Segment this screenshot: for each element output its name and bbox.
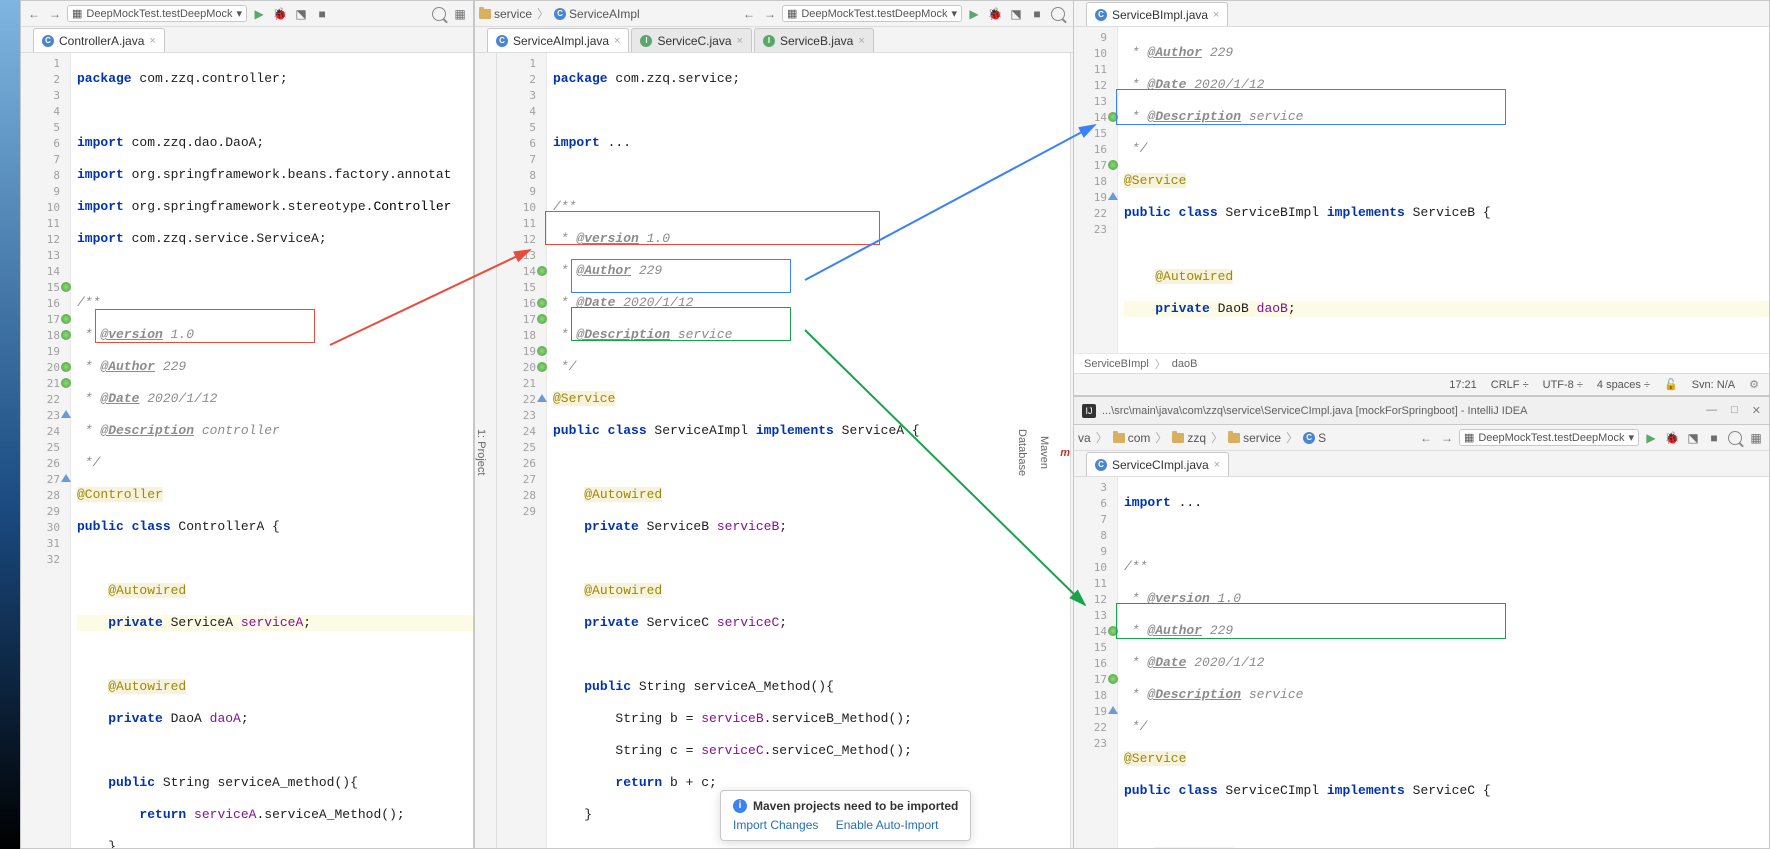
close-icon[interactable]: × [858,35,864,47]
line-sep[interactable]: CRLF ÷ [1491,379,1529,391]
gutter: 1234567891011121314151617181920212223242… [21,53,71,848]
stop-icon[interactable]: ■ [1705,429,1723,447]
breadcrumbs[interactable]: ServiceBImpl〉daoB [1074,353,1769,373]
close-icon[interactable]: × [737,35,743,47]
toolbar: ← → ▦ DeepMockTest.testDeepMock ▾ ▶ 🐞 ⬔ … [21,1,473,27]
close-icon[interactable]: × [1213,9,1219,21]
maven-import-popup: i Maven projects need to be imported Impo… [720,790,971,841]
stop-icon[interactable]: ■ [313,5,331,23]
editor[interactable]: 1: Project 12345678910111213141516171819… [475,53,1092,848]
nav-service[interactable]: service [1228,431,1281,445]
gutter: 36789101112131415161718192223 [1074,477,1118,848]
fwd-icon[interactable]: → [761,5,779,23]
window-titlebar: IJ ...\src\main\java\com\zzq\service\Ser… [1074,397,1769,425]
tabbar: CServiceAImpl.java× IServiceC.java× ISer… [475,27,1092,53]
cursor-pos: 17:21 [1449,379,1477,391]
run-config-select[interactable]: ▦ DeepMockTest.testDeepMock ▾ [1459,429,1639,446]
statusbar: 17:21 CRLF ÷ UTF-8 ÷ 4 spaces ÷ 🔓 Svn: N… [1074,373,1769,395]
close-icon[interactable]: × [149,35,155,47]
toolbar: service〉 CServiceAImpl ← → ▦ DeepMockTes… [475,1,1092,27]
search-icon[interactable] [430,5,448,23]
code-area[interactable]: package com.zzq.controller; import com.z… [71,53,473,848]
nav-com[interactable]: com [1113,431,1151,445]
import-changes-link[interactable]: Import Changes [733,818,818,832]
popup-title: Maven projects need to be imported [753,799,958,813]
tab-project[interactable]: 1: Project [475,429,487,475]
lock-icon[interactable]: 🔓 [1664,378,1678,391]
fwd-icon[interactable]: → [46,5,64,23]
back-icon[interactable]: ← [1417,429,1435,447]
coverage-icon[interactable]: ⬔ [1684,429,1702,447]
tabbar: CServiceBImpl.java× [1074,1,1769,27]
minimize-icon[interactable]: — [1706,404,1717,417]
debug-icon[interactable]: 🐞 [1663,429,1681,447]
pane-servicec: IJ ...\src\main\java\com\zzq\service\Ser… [1073,396,1770,849]
debug-icon[interactable]: 🐞 [271,5,289,23]
maximize-icon[interactable]: □ [1731,404,1738,417]
fwd-icon[interactable]: → [1438,429,1456,447]
close-icon[interactable]: ✕ [1752,404,1761,417]
tab-servicec[interactable]: IServiceC.java× [631,28,751,52]
tab-serviceaimpl[interactable]: CServiceAImpl.java× [487,28,629,52]
editor[interactable]: 9101112131415161718192223 * @Author 229 … [1074,27,1769,353]
editor[interactable]: 1234567891011121314151617181920212223242… [21,53,473,848]
run-config-select[interactable]: ▦ DeepMockTest.testDeepMock ▾ [782,5,962,22]
back-icon[interactable]: ← [740,5,758,23]
grid-icon[interactable]: ▦ [451,5,469,23]
tab-servicecimpl[interactable]: CServiceCImpl.java× [1086,452,1229,476]
code-area[interactable]: import ... /** * @version 1.0 * @Author … [1118,477,1769,848]
indent[interactable]: 4 spaces ÷ [1597,379,1650,391]
code-area[interactable]: package com.zzq.service; import ... /** … [547,53,1070,848]
nav-zzq[interactable]: zzq [1172,431,1206,445]
nav-va[interactable]: va [1078,431,1091,445]
gutter: 1234567891011121314151617181920212223242… [497,53,547,848]
stop-icon[interactable]: ■ [1028,5,1046,23]
tabbar: CControllerA.java× [21,27,473,53]
left-toolwindow-tabs[interactable]: 1: Project [475,53,497,848]
close-icon[interactable]: × [614,35,620,47]
gear-icon[interactable]: ⚙ [1749,378,1759,391]
tabbar: CServiceCImpl.java× [1074,451,1769,477]
info-icon: i [733,799,747,813]
run-config-select[interactable]: ▦ DeepMockTest.testDeepMock ▾ [67,5,247,22]
vcs-status[interactable]: Svn: N/A [1692,379,1735,391]
search-icon[interactable] [1726,429,1744,447]
run-icon[interactable]: ▶ [965,5,983,23]
run-icon[interactable]: ▶ [1642,429,1660,447]
back-icon[interactable]: ← [25,5,43,23]
pane-serviceb: CServiceBImpl.java× 91011121314151617181… [1073,0,1770,396]
editor[interactable]: 36789101112131415161718192223 import ...… [1074,477,1769,848]
tab-controllera[interactable]: CControllerA.java× [33,28,165,52]
pane-controller: ← → ▦ DeepMockTest.testDeepMock ▾ ▶ 🐞 ⬔ … [20,0,474,849]
toolbar: va〉 com〉 zzq〉 service〉 CS ← → ▦ DeepMock… [1074,425,1769,451]
nav-class[interactable]: CS [1303,431,1326,445]
coverage-icon[interactable]: ⬔ [1007,5,1025,23]
gutter: 9101112131415161718192223 [1074,27,1118,353]
enable-auto-import-link[interactable]: Enable Auto-Import [836,818,939,832]
tab-serviceb[interactable]: IServiceB.java× [754,28,874,52]
pane-servicea: service〉 CServiceAImpl ← → ▦ DeepMockTes… [474,0,1093,849]
nav-service[interactable]: service [479,7,532,21]
grid-icon[interactable]: ▦ [1747,429,1765,447]
coverage-icon[interactable]: ⬔ [292,5,310,23]
nav-serviceaimpl[interactable]: CServiceAImpl [554,7,640,21]
encoding[interactable]: UTF-8 ÷ [1543,379,1583,391]
debug-icon[interactable]: 🐞 [986,5,1004,23]
intellij-icon: IJ [1082,404,1096,418]
search-icon[interactable] [1049,5,1067,23]
run-icon[interactable]: ▶ [250,5,268,23]
code-area[interactable]: * @Author 229 * @Date 2020/1/12 * @Descr… [1118,27,1769,353]
close-icon[interactable]: × [1214,459,1220,471]
window-title: ...\src\main\java\com\zzq\service\Servic… [1102,405,1527,417]
tab-servicebimpl[interactable]: CServiceBImpl.java× [1086,2,1228,26]
